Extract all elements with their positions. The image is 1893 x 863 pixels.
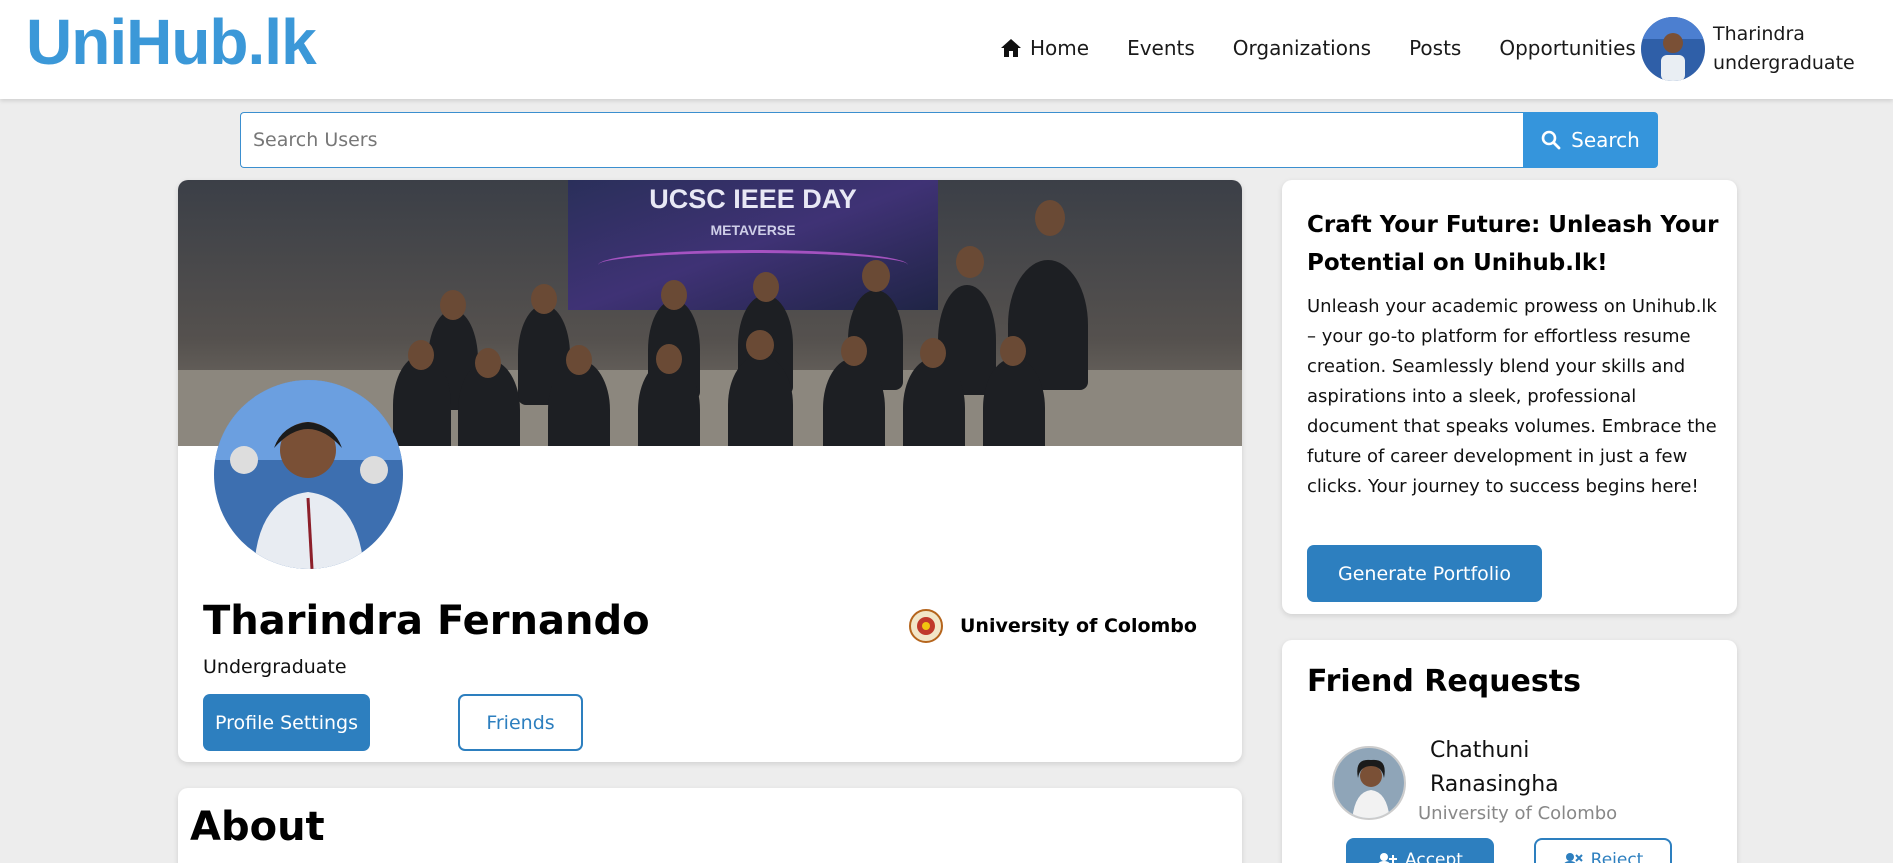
friend-requests-card: Friend Requests Chathuni Ranasingha Univ… xyxy=(1282,640,1737,863)
about-title: About xyxy=(190,804,325,850)
accept-label: Accept xyxy=(1405,850,1463,863)
top-navbar: UniHub.lk Home Events Organizations Post… xyxy=(0,0,1893,99)
university-seal-icon xyxy=(909,609,943,643)
user-info: Tharindra undergraduate xyxy=(1713,20,1855,78)
nav-posts[interactable]: Posts xyxy=(1409,36,1461,60)
search-button[interactable]: Search xyxy=(1523,112,1658,168)
nav-opportunities-label: Opportunities xyxy=(1499,36,1636,60)
nav-events-label: Events xyxy=(1127,36,1195,60)
site-logo[interactable]: UniHub.lk xyxy=(26,4,317,80)
user-menu[interactable]: Tharindra undergraduate xyxy=(1641,17,1855,81)
portfolio-promo-card: Craft Your Future: Unleash Your Potentia… xyxy=(1282,180,1737,614)
friend-request-name: Chathuni Ranasingha xyxy=(1430,738,1559,797)
nav-posts-label: Posts xyxy=(1409,36,1462,60)
promo-title: Craft Your Future: Unleash Your Potentia… xyxy=(1307,212,1719,276)
reject-request-button[interactable]: Reject xyxy=(1534,838,1672,863)
promo-body: Unleash your academic prowess on Unihub.… xyxy=(1307,296,1717,497)
friend-requests-title: Friend Requests xyxy=(1307,664,1581,699)
profile-settings-button[interactable]: Profile Settings xyxy=(203,694,370,751)
profile-university: University of Colombo xyxy=(908,608,1197,644)
nav-organizations-label: Organizations xyxy=(1232,36,1372,60)
search-input[interactable] xyxy=(240,112,1523,168)
nav-home-label: Home xyxy=(1030,36,1090,60)
accept-request-button[interactable]: Accept xyxy=(1346,838,1494,863)
profile-role: Undergraduate xyxy=(203,656,347,678)
search-icon xyxy=(1541,130,1561,150)
home-icon xyxy=(1001,39,1021,57)
nav-home[interactable]: Home xyxy=(1000,36,1089,60)
university-name: University of Colombo xyxy=(960,615,1197,637)
user-avatar[interactable] xyxy=(1641,17,1705,81)
friend-request-university: University of Colombo xyxy=(1418,803,1618,824)
generate-portfolio-button[interactable]: Generate Portfolio xyxy=(1307,545,1542,602)
friend-request-avatar[interactable] xyxy=(1332,746,1406,820)
nav-organizations[interactable]: Organizations xyxy=(1233,36,1371,60)
user-search-bar: Search xyxy=(240,112,1658,168)
profile-name: Tharindra Fernando xyxy=(203,598,650,644)
nav-events[interactable]: Events xyxy=(1127,36,1195,60)
reject-label: Reject xyxy=(1590,850,1644,863)
about-card: About xyxy=(178,788,1242,863)
cover-banner-title: UCSC IEEE DAY xyxy=(649,184,857,214)
user-role: undergraduate xyxy=(1713,52,1855,74)
profile-card: UCSC IEEE DAY METAVERSE Tharindra Fernan… xyxy=(178,180,1242,762)
search-button-label: Search xyxy=(1571,128,1640,152)
friends-button[interactable]: Friends xyxy=(458,694,583,751)
nav-opportunities[interactable]: Opportunities xyxy=(1499,36,1635,60)
main-nav: Home Events Organizations Posts Opportun… xyxy=(1000,36,1674,60)
add-user-icon xyxy=(1378,853,1398,863)
profile-avatar[interactable] xyxy=(214,380,403,569)
cover-banner-subtitle: METAVERSE xyxy=(710,222,796,238)
remove-user-icon xyxy=(1564,853,1583,863)
user-name: Tharindra xyxy=(1713,23,1805,45)
